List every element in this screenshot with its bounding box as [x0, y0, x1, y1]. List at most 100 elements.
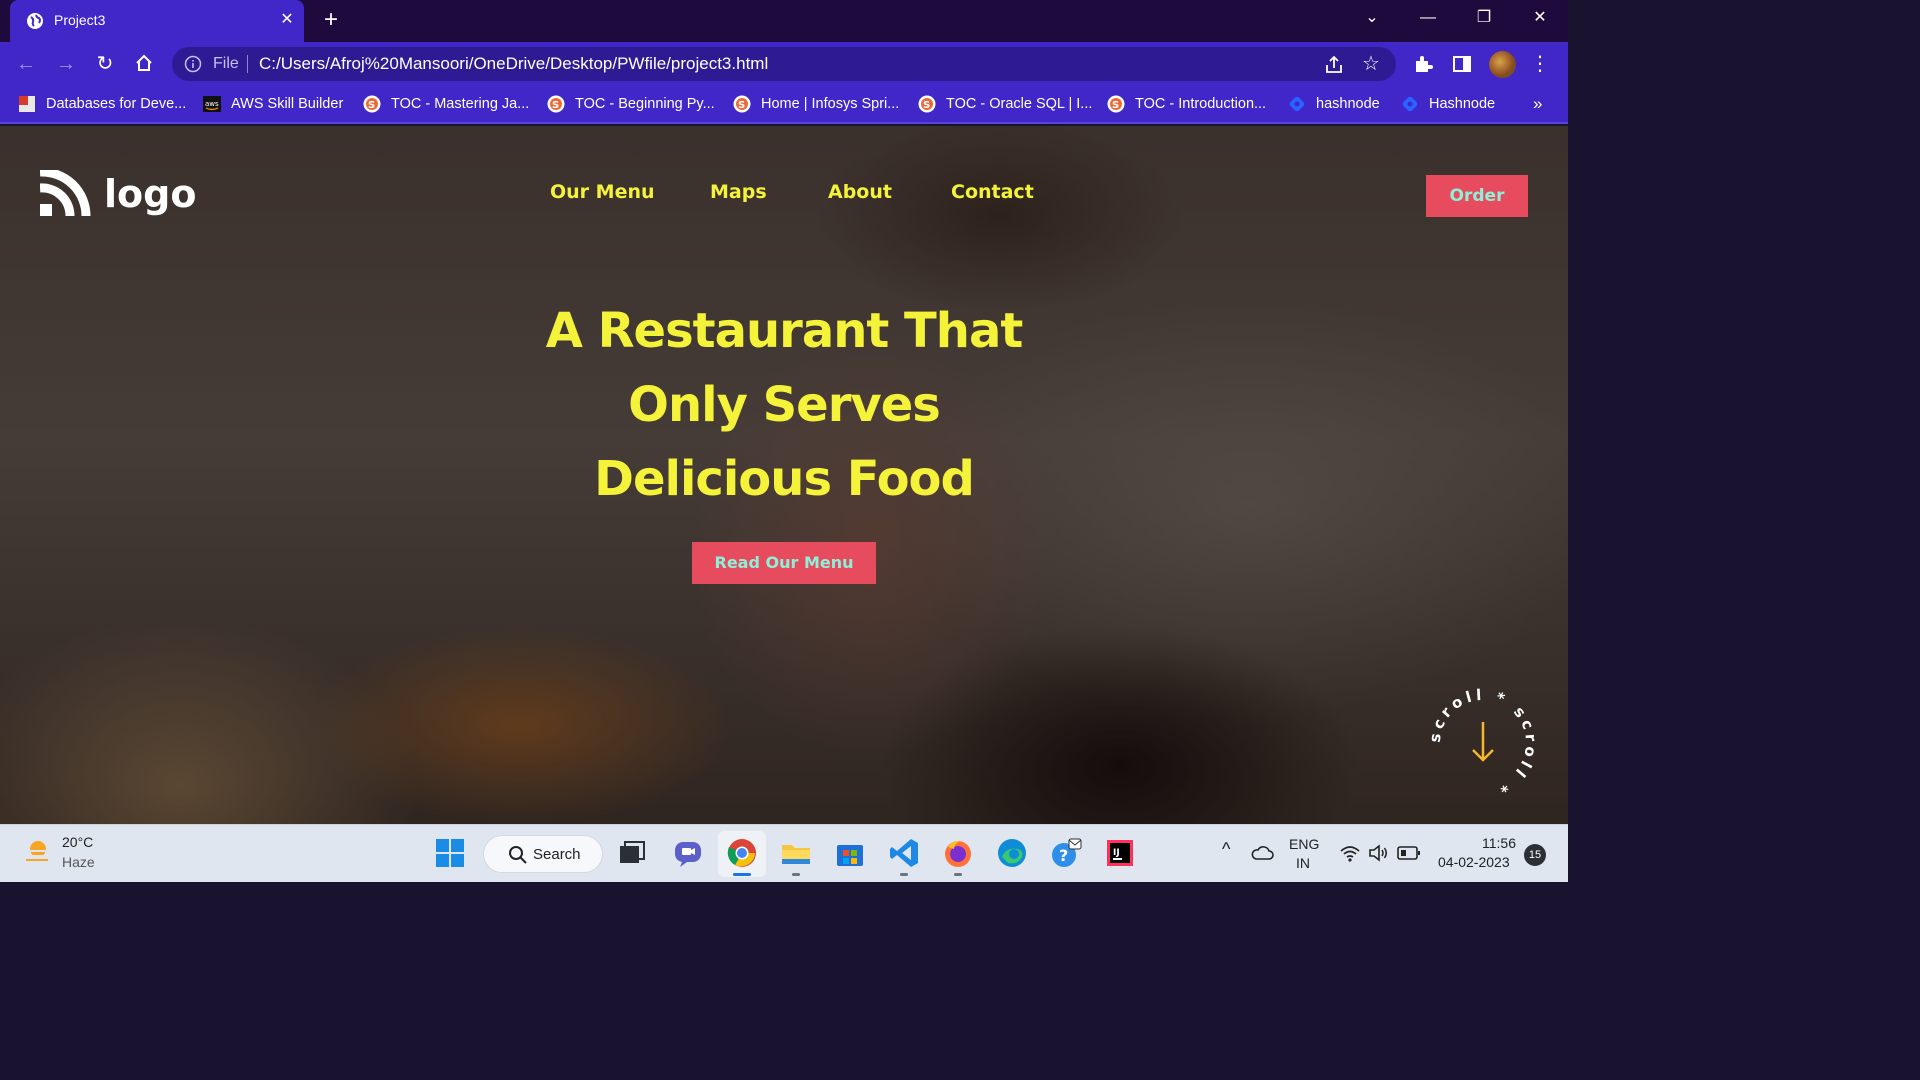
svg-text:?: ?	[1059, 846, 1068, 865]
browser-tab-bar: Project3 ✕ + ⌄ — ❐ ✕	[0, 0, 1568, 42]
close-window-button[interactable]: ✕	[1520, 0, 1560, 36]
back-button[interactable]: ←	[14, 52, 38, 76]
clock-time[interactable]: 11:56	[1482, 835, 1516, 851]
language-top[interactable]: ENG	[1289, 836, 1319, 852]
teams-chat-icon[interactable]	[672, 837, 704, 869]
browser-tab[interactable]: Project3 ✕	[10, 0, 304, 42]
bookmark-item[interactable]: S TOC - Oracle SQL | I...	[918, 93, 1092, 115]
search-label: Search	[533, 846, 581, 863]
read-menu-button[interactable]: Read Our Menu	[692, 542, 876, 584]
bookmark-item[interactable]: aws AWS Skill Builder	[203, 93, 343, 115]
home-icon[interactable]	[134, 53, 154, 73]
pdf-icon	[19, 96, 35, 112]
forward-button[interactable]: →	[54, 52, 78, 76]
logo-icon	[40, 170, 91, 217]
battery-icon[interactable]	[1397, 845, 1421, 861]
bookmark-label: TOC - Introduction...	[1135, 96, 1267, 112]
task-view-icon[interactable]	[616, 837, 648, 869]
order-button[interactable]: Order	[1426, 175, 1528, 217]
notification-badge[interactable]: 15	[1524, 844, 1546, 866]
arrow-down-icon	[1472, 722, 1494, 762]
bookmark-label: Hashnode	[1429, 96, 1496, 112]
nav-link-contact[interactable]: Contact	[951, 181, 1034, 203]
restore-button[interactable]: ❐	[1464, 0, 1504, 36]
springboard-icon: S	[547, 95, 565, 113]
tab-close-icon[interactable]: ✕	[276, 9, 298, 31]
bookmark-label: TOC - Oracle SQL | I...	[946, 96, 1093, 112]
vscode-running-indicator	[900, 873, 908, 876]
language-bottom[interactable]: IN	[1296, 855, 1310, 871]
scroll-indicator[interactable]: scroll * scroll *	[1428, 688, 1538, 798]
search-icon	[509, 846, 527, 864]
hero-section: logo Our Menu Maps About Contact Order A…	[0, 126, 1568, 824]
vscode-icon[interactable]	[888, 837, 920, 869]
address-bar[interactable]: File C:/Users/Afroj%20Mansoori/OneDrive/…	[172, 47, 1396, 81]
explorer-running-indicator	[792, 873, 800, 876]
clock-date[interactable]: 04-02-2023	[1438, 854, 1510, 870]
windows-taskbar: 20°C Haze Search ? IJ ^ ENG IN 11:56 04-…	[0, 824, 1568, 882]
chrome-icon[interactable]	[726, 837, 758, 869]
windows-start-icon[interactable]	[434, 837, 466, 869]
svg-text:S: S	[368, 100, 375, 111]
nav-link-about[interactable]: About	[828, 181, 892, 203]
bookmark-item[interactable]: Hashnode	[1401, 93, 1495, 115]
edge-icon[interactable]	[996, 837, 1028, 869]
share-icon[interactable]	[1322, 53, 1346, 77]
new-tab-button[interactable]: +	[318, 8, 344, 34]
hashnode-icon	[1289, 96, 1305, 112]
onedrive-cloud-icon[interactable]	[1250, 843, 1274, 863]
side-panel-icon[interactable]	[1452, 54, 1472, 74]
minimize-button[interactable]: —	[1408, 0, 1448, 36]
svg-text:S: S	[1112, 100, 1119, 111]
taskbar-search[interactable]: Search	[483, 835, 603, 873]
svg-text:S: S	[923, 100, 930, 111]
more-bookmarks-button[interactable]: »	[1533, 93, 1542, 115]
bookmarks-bar: Databases for Deve... aws AWS Skill Buil…	[0, 86, 1568, 124]
bookmark-label: TOC - Mastering Ja...	[391, 96, 530, 112]
show-hidden-icons-chevron[interactable]: ^	[1222, 839, 1230, 860]
tab-title: Project3	[54, 12, 106, 28]
wifi-icon[interactable]	[1339, 843, 1361, 863]
aws-icon: aws	[203, 96, 221, 112]
intellij-icon[interactable]: IJ	[1104, 837, 1136, 869]
url-text[interactable]: C:/Users/Afroj%20Mansoori/OneDrive/Deskt…	[259, 54, 768, 74]
headline-line: Only Serves	[628, 377, 941, 433]
bookmark-label: Databases for Deve...	[46, 96, 187, 112]
nav-link-maps[interactable]: Maps	[710, 181, 767, 203]
bookmark-label: AWS Skill Builder	[231, 96, 344, 112]
extensions-icon[interactable]	[1412, 53, 1434, 75]
bookmark-item[interactable]: S TOC - Beginning Py...	[547, 93, 715, 115]
file-explorer-icon[interactable]	[780, 837, 812, 869]
headline-line: Delicious Food	[594, 451, 975, 507]
menu-kebab-icon[interactable]: ⋮	[1528, 52, 1552, 76]
bookmark-item[interactable]: S Home | Infosys Spri...	[733, 93, 899, 115]
address-scheme-label: File	[213, 55, 239, 72]
bookmark-item[interactable]: S TOC - Mastering Ja...	[363, 93, 529, 115]
reload-button[interactable]: ↻	[93, 52, 117, 76]
haze-weather-icon[interactable]	[24, 837, 52, 865]
bookmark-item[interactable]: S TOC - Introduction...	[1107, 93, 1266, 115]
volume-icon[interactable]	[1367, 843, 1389, 863]
info-icon[interactable]	[184, 55, 202, 73]
logo-text: logo	[104, 172, 197, 216]
get-help-icon[interactable]: ?	[1050, 837, 1082, 869]
weather-temperature: 20°C	[62, 834, 94, 850]
svg-text:S: S	[552, 100, 559, 111]
chrome-running-indicator	[733, 873, 751, 876]
site-logo[interactable]: logo	[40, 170, 196, 218]
bookmark-item[interactable]: hashnode	[1288, 93, 1380, 115]
tab-search-chevron-icon[interactable]: ⌄	[1352, 0, 1392, 36]
bookmark-label: TOC - Beginning Py...	[575, 96, 715, 112]
hashnode-icon	[1402, 96, 1418, 112]
bookmark-item[interactable]: Databases for Deve...	[18, 93, 186, 115]
springboard-icon: S	[1107, 95, 1125, 113]
firefox-icon[interactable]	[942, 837, 974, 869]
headline-line: A Restaurant That	[545, 303, 1024, 359]
profile-avatar[interactable]	[1489, 51, 1516, 78]
bookmark-star-icon[interactable]: ☆	[1362, 51, 1380, 76]
nav-link-our-menu[interactable]: Our Menu	[550, 181, 655, 203]
microsoft-store-icon[interactable]	[834, 837, 866, 869]
svg-text:IJ: IJ	[1113, 848, 1120, 858]
bookmark-label: hashnode	[1316, 96, 1380, 112]
springboard-icon: S	[363, 95, 381, 113]
